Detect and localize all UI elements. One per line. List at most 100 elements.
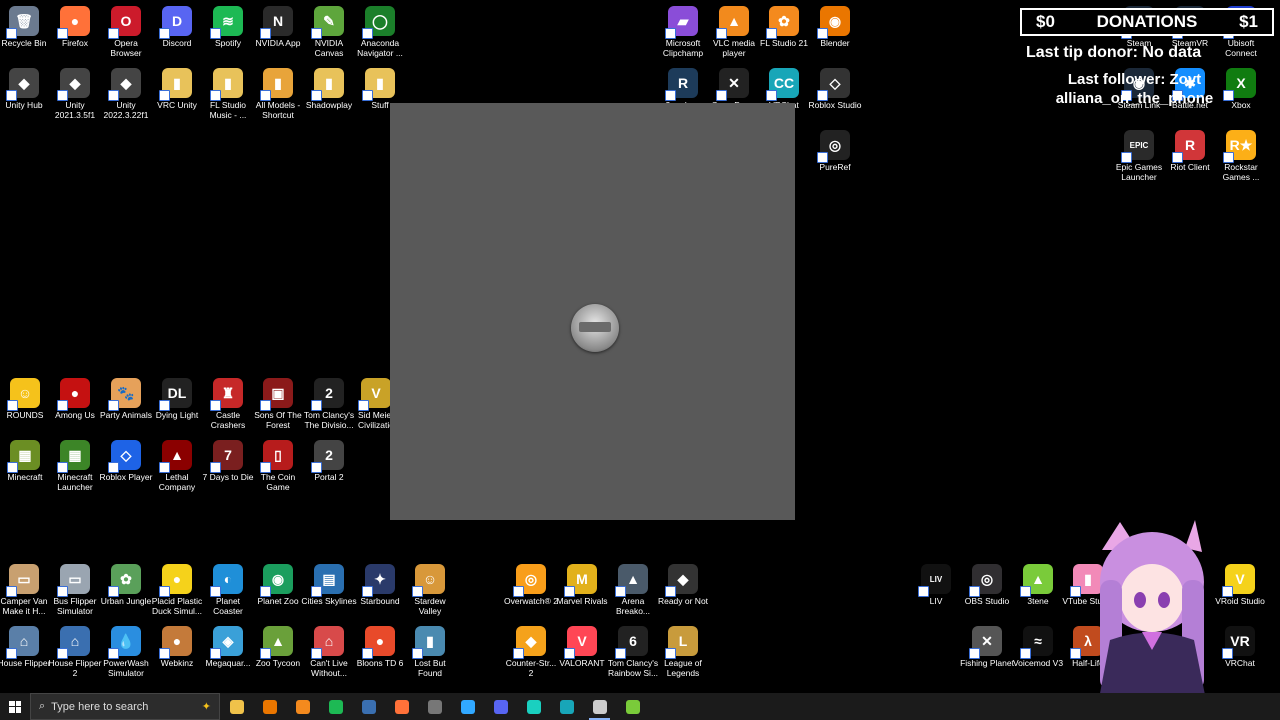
desktop-icon-nvidia-canvas[interactable]: ✎ NVIDIA Canvas bbox=[303, 6, 355, 58]
desktop-icon-fishing-planet[interactable]: ✕ Fishing Planet bbox=[960, 626, 1014, 668]
desktop-icon-starbound[interactable]: ✦ Starbound bbox=[354, 564, 406, 606]
desktop-icon-sons-of-the-forest[interactable]: ▣ Sons Of The Forest bbox=[252, 378, 304, 430]
desktop-icon-house-flipper-2[interactable]: ⌂ House Flipper 2 bbox=[49, 626, 101, 678]
desktop-icon-webkinz[interactable]: ● Webkinz bbox=[151, 626, 203, 668]
desktop-icon-liv[interactable]: LIV LIV bbox=[910, 564, 962, 606]
desktop-icon-placid-plastic-duck-simul[interactable]: ● Placid Plastic Duck Simul... bbox=[151, 564, 203, 616]
desktop-icon-ready-or-not[interactable]: ◆ Ready or Not bbox=[657, 564, 709, 606]
desktop-icon-powerwash-simulator[interactable]: 💧 PowerWash Simulator bbox=[100, 626, 152, 678]
desktop-icon-minecraft-launcher[interactable]: ▦ Minecraft Launcher bbox=[49, 440, 101, 492]
unity-2021-3-5f1-icon: ◆ bbox=[57, 68, 90, 101]
desktop-icon-rounds[interactable]: ☺ ROUNDS bbox=[0, 378, 51, 420]
taskbar-voicemod-button[interactable] bbox=[517, 693, 550, 720]
desktop-icon-megaquar[interactable]: ◈ Megaquar... bbox=[202, 626, 254, 668]
desktop-icon-the-coin-game[interactable]: ▯ The Coin Game bbox=[252, 440, 304, 492]
start-button[interactable] bbox=[0, 693, 30, 720]
desktop-icon-label: LIV bbox=[929, 596, 943, 606]
desktop-icon-can-t-live-without[interactable]: ⌂ Can't Live Without... bbox=[303, 626, 355, 678]
desktop-icon-counter-str-2[interactable]: ◆ Counter-Str... 2 bbox=[505, 626, 557, 678]
last-follower: Last follower: Zoyt alliana_on_the_phone bbox=[1032, 70, 1237, 108]
desktop-icon-bus-flipper-simulator[interactable]: ▭ Bus Flipper Simulator bbox=[49, 564, 101, 616]
desktop-icon-label: Unity 2021.3.5f1 bbox=[54, 100, 96, 120]
desktop-icon-unity-2021-3-5f1[interactable]: ◆ Unity 2021.3.5f1 bbox=[49, 68, 101, 120]
desktop-icon-roblox-player[interactable]: ◇ Roblox Player bbox=[100, 440, 152, 482]
taskbar-calculator-button[interactable] bbox=[418, 693, 451, 720]
desktop-icon-firefox[interactable]: ● Firefox bbox=[49, 6, 101, 48]
desktop-icon-7-days-to-die[interactable]: 77 Days to Die bbox=[202, 440, 254, 482]
desktop-icon-camper-van-make-it-h[interactable]: ▭ Camper Van Make it H... bbox=[0, 564, 50, 616]
desktop-icon-urban-jungle[interactable]: ✿ Urban Jungle bbox=[100, 564, 152, 606]
desktop-icon-planet-zoo[interactable]: ◉ Planet Zoo bbox=[252, 564, 304, 606]
desktop-icon-minecraft[interactable]: ▦ Minecraft bbox=[0, 440, 51, 482]
desktop-icon-discord[interactable]: D Discord bbox=[151, 6, 203, 48]
desktop-icon-obs-studio[interactable]: ◎ OBS Studio bbox=[961, 564, 1013, 606]
desktop-icon-blender[interactable]: ◉ Blender bbox=[809, 6, 861, 48]
desktop-icon-nvidia-app[interactable]: N NVIDIA App bbox=[252, 6, 304, 48]
desktop-icon-rockstar-games[interactable]: R★ Rockstar Games ... bbox=[1215, 130, 1267, 182]
desktop-icon-label: Recycle Bin bbox=[1, 38, 47, 48]
blender-icon bbox=[262, 699, 277, 714]
taskbar-blender-button[interactable] bbox=[253, 693, 286, 720]
taskbar-file-explorer-button[interactable] bbox=[220, 693, 253, 720]
taskbar-search-box[interactable]: ⌕ Type here to search ✦ bbox=[30, 693, 220, 720]
desktop-icon-opera-browser[interactable]: O Opera Browser bbox=[100, 6, 152, 58]
desktop-icon-microsoft-clipchamp[interactable]: ▰ Microsoft Clipchamp bbox=[657, 6, 709, 58]
desktop-icon-voicemod-v3[interactable]: ≈ Voicemod V3 bbox=[1012, 626, 1064, 668]
shortcut-arrow-icon bbox=[1020, 648, 1031, 659]
taskbar-steam-button[interactable] bbox=[352, 693, 385, 720]
desktop-icon-epic-games-launcher[interactable]: EPIC Epic Games Launcher bbox=[1113, 130, 1165, 182]
desktop-icon-label: Tom Clancy's Rainbow Si... bbox=[607, 658, 659, 678]
desktop-icon-marvel-rivals[interactable]: M Marvel Rivals bbox=[556, 564, 608, 606]
taskbar-3tene-button[interactable] bbox=[616, 693, 649, 720]
taskbar-vrchat-creator-button[interactable] bbox=[550, 693, 583, 720]
desktop-icon-zoo-tycoon[interactable]: ▲ Zoo Tycoon bbox=[252, 626, 304, 668]
shortcut-arrow-icon bbox=[108, 648, 119, 659]
desktop-icon-dying-light[interactable]: DL Dying Light bbox=[151, 378, 203, 420]
desktop-icon-shadowplay[interactable]: ▮ Shadowplay bbox=[303, 68, 355, 110]
vrc-unity-icon: ▮ bbox=[159, 68, 192, 101]
desktop-icon-3tene[interactable]: ▲ 3tene bbox=[1012, 564, 1064, 606]
desktop-icon-vrc-unity[interactable]: ▮ VRC Unity bbox=[151, 68, 203, 110]
desktop-icon-recycle-bin[interactable]: 🗑 Recycle Bin bbox=[0, 6, 50, 48]
desktop-icon-tom-clancy-s-rainbow-si[interactable]: 6 Tom Clancy's Rainbow Si... bbox=[607, 626, 659, 678]
desktop-icon-vlc-media-player[interactable]: ▲ VLC media player bbox=[708, 6, 760, 58]
desktop-icon-fl-studio-21[interactable]: ✿ FL Studio 21 bbox=[758, 6, 810, 48]
desktop-icon-valorant[interactable]: V VALORANT bbox=[556, 626, 608, 668]
taskbar-firefox-button[interactable] bbox=[385, 693, 418, 720]
desktop-icon-bloons-td-6[interactable]: ● Bloons TD 6 bbox=[354, 626, 406, 668]
desktop-icon-portal-2[interactable]: 2 Portal 2 bbox=[303, 440, 355, 482]
desktop-icon-label: Portal 2 bbox=[314, 472, 344, 482]
desktop-icon-pureref[interactable]: ◎ PureRef bbox=[809, 130, 861, 172]
desktop-icon-label: Party Animals bbox=[100, 410, 152, 420]
desktop-icon-league-of-legends[interactable]: L League of Legends bbox=[657, 626, 709, 678]
desktop-icon-fl-studio-music[interactable]: ▮ FL Studio Music - ... bbox=[202, 68, 254, 120]
dying-light-icon: DL bbox=[159, 378, 192, 411]
desktop-icon-anaconda-navigator[interactable]: ◯ Anaconda Navigator ... bbox=[354, 6, 406, 58]
desktop-icon-planet-coaster[interactable]: ◐ Planet Coaster bbox=[202, 564, 254, 616]
desktop-icon-spotify[interactable]: ≋ Spotify bbox=[202, 6, 254, 48]
taskbar-obs-button[interactable] bbox=[583, 693, 616, 720]
desktop-icon-lethal-company[interactable]: ▲ Lethal Company bbox=[151, 440, 203, 492]
desktop-icon-castle-crashers[interactable]: ♜ Castle Crashers bbox=[202, 378, 254, 430]
desktop-icon-overwatch-2[interactable]: ◎ Overwatch® 2 bbox=[504, 564, 558, 606]
desktop-icon-among-us[interactable]: ● Among Us bbox=[49, 378, 101, 420]
desktop-icon-unity-hub[interactable]: ◆ Unity Hub bbox=[0, 68, 50, 110]
r2modman-icon: R bbox=[665, 68, 698, 101]
shortcut-arrow-icon bbox=[311, 90, 322, 101]
desktop-icon-house-flipper[interactable]: ⌂ House Flipper bbox=[0, 626, 50, 668]
taskbar-fl-studio-button[interactable] bbox=[286, 693, 319, 720]
taskbar-spotify-button[interactable] bbox=[319, 693, 352, 720]
taskbar-photoshop-button[interactable] bbox=[451, 693, 484, 720]
desktop-icon-unity-2022-3-22f1[interactable]: ◆ Unity 2022.3.22f1 bbox=[100, 68, 152, 120]
microsoft-clipchamp-icon: ▰ bbox=[665, 6, 698, 39]
taskbar-discord-button[interactable] bbox=[484, 693, 517, 720]
desktop-icon-lost-but-found[interactable]: ▮ Lost But Found bbox=[404, 626, 456, 678]
desktop-icon-riot-client[interactable]: R Riot Client bbox=[1164, 130, 1216, 172]
desktop-icon-arena-breako[interactable]: ▲ Arena Breako... bbox=[607, 564, 659, 616]
desktop-icon-stardew-valley[interactable]: ☺ Stardew Valley bbox=[404, 564, 456, 616]
desktop-icon-party-animals[interactable]: 🐾 Party Animals bbox=[100, 378, 152, 420]
spotify-icon bbox=[328, 699, 343, 714]
desktop-icon-cities-skylines[interactable]: ▤ Cities Skylines bbox=[301, 564, 357, 606]
desktop-icon-all-models-shortcut[interactable]: ▮ All Models - Shortcut bbox=[252, 68, 304, 120]
desktop-icon-roblox-studio[interactable]: ◇ Roblox Studio bbox=[809, 68, 861, 110]
